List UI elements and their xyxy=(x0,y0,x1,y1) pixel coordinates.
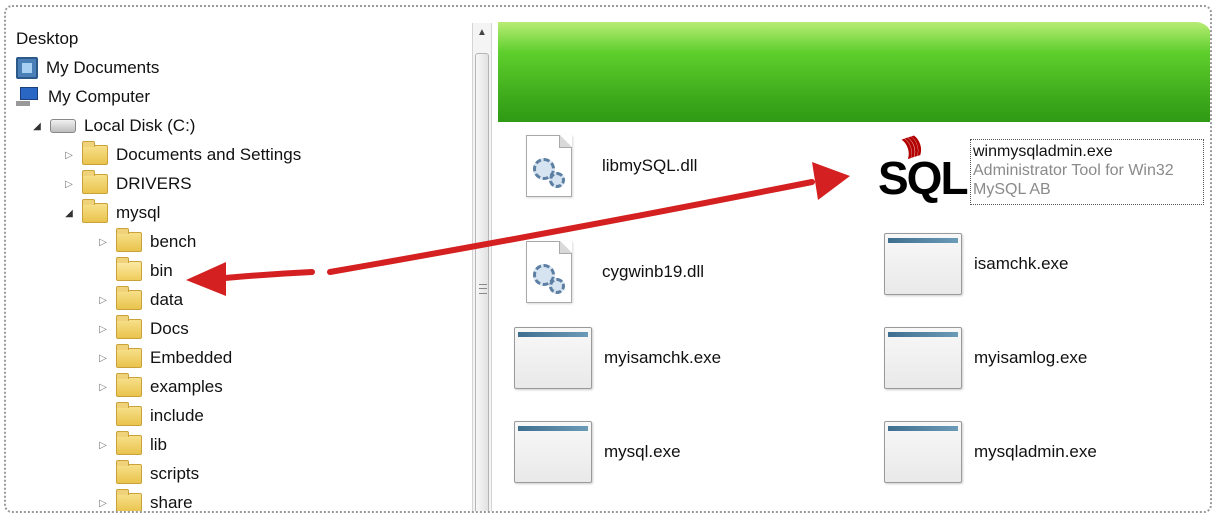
file-myisamchk-exe[interactable]: myisamchk.exe xyxy=(514,327,721,389)
file-name: myisamchk.exe xyxy=(604,348,722,367)
folder-icon xyxy=(82,141,108,165)
dll-file-icon xyxy=(526,241,572,303)
file-description: Administrator Tool for Win32 xyxy=(973,162,1174,179)
tree-item-label: bin xyxy=(150,261,173,280)
tree-item-label: Embedded xyxy=(150,348,233,367)
tree-item-label: data xyxy=(150,290,184,309)
file-name: mysql.exe xyxy=(604,442,681,461)
explorer-frame: Desktop My Documents My Computer ◢ Local… xyxy=(4,5,1212,513)
tree-item-label: DRIVERS xyxy=(116,174,192,193)
tree-item-documents-and-settings[interactable]: ▷ Documents and Settings xyxy=(62,141,301,169)
tree-item-mysql[interactable]: ◢ mysql xyxy=(62,199,160,227)
tree-item-local-disk[interactable]: ◢ Local Disk (C:) xyxy=(30,112,195,140)
tree-item-lib[interactable]: ▷ lib xyxy=(96,431,167,459)
folder-icon xyxy=(116,460,142,484)
tree-item-label: share xyxy=(150,493,193,512)
tree-item-scripts[interactable]: scripts xyxy=(96,460,199,488)
folder-icon xyxy=(116,315,142,339)
tree-item-label: mysql xyxy=(116,203,161,222)
mysql-logo-icon: )))) SQL xyxy=(878,131,969,204)
file-name: mysqladmin.exe xyxy=(974,442,1097,461)
collapsed-arrow-icon[interactable]: ▷ xyxy=(96,438,110,452)
collapsed-arrow-icon[interactable]: ▷ xyxy=(62,177,76,191)
expanded-arrow-icon[interactable]: ◢ xyxy=(30,119,44,133)
tree-item-drivers[interactable]: ▷ DRIVERS xyxy=(62,170,192,198)
expanded-arrow-icon[interactable]: ◢ xyxy=(62,206,76,220)
tree-item-label: My Documents xyxy=(46,58,160,77)
tree-item-label: Local Disk (C:) xyxy=(84,116,196,135)
collapsed-arrow-icon[interactable]: ▷ xyxy=(96,293,110,307)
file-mysqladmin-exe[interactable]: mysqladmin.exe xyxy=(884,421,1097,483)
tree-item-my-documents[interactable]: My Documents xyxy=(16,54,159,82)
collapsed-arrow-icon[interactable]: ▷ xyxy=(96,496,110,510)
tree-item-label: Docs xyxy=(150,319,189,338)
file-name: cygwinb19.dll xyxy=(602,262,705,281)
tree-item-docs[interactable]: ▷ Docs xyxy=(96,315,189,343)
my-documents-icon xyxy=(16,57,38,79)
tree-item-bin[interactable]: bin xyxy=(96,257,173,285)
folder-icon xyxy=(116,344,142,368)
tree-item-label: scripts xyxy=(150,464,200,483)
scrollbar-thumb[interactable] xyxy=(475,53,489,511)
exe-file-icon xyxy=(514,421,592,483)
grip-icon xyxy=(479,284,487,294)
file-name: libmySQL.dll xyxy=(602,156,698,175)
file-name: isamchk.exe xyxy=(974,254,1069,273)
tree-item-label: Desktop xyxy=(16,29,79,48)
exe-file-icon xyxy=(514,327,592,389)
file-name: winmysqladmin.exe xyxy=(973,143,1113,160)
tree-item-label: My Computer xyxy=(48,87,151,106)
tree-item-bench[interactable]: ▷ bench xyxy=(96,228,196,256)
collapsed-arrow-icon[interactable]: ▷ xyxy=(96,322,110,336)
tree-item-desktop[interactable]: Desktop xyxy=(16,25,78,53)
tree-item-include[interactable]: include xyxy=(96,402,204,430)
selected-file-label[interactable]: winmysqladmin.exe Administrator Tool for… xyxy=(970,139,1204,205)
folder-icon xyxy=(116,228,142,252)
file-libmysql-dll[interactable]: libmySQL.dll xyxy=(526,135,697,197)
dll-file-icon xyxy=(526,135,572,197)
folder-icon xyxy=(82,170,108,194)
folder-icon xyxy=(116,373,142,397)
scroll-up-icon[interactable]: ▲ xyxy=(473,27,491,38)
file-winmysqladmin-exe[interactable]: )))) SQL xyxy=(876,129,972,209)
no-expander xyxy=(96,409,110,423)
exe-file-icon xyxy=(884,421,962,483)
tree-item-label: include xyxy=(150,406,204,425)
tree-item-label: bench xyxy=(150,232,197,251)
file-myisamlog-exe[interactable]: myisamlog.exe xyxy=(884,327,1087,389)
file-cygwinb19-dll[interactable]: cygwinb19.dll xyxy=(526,241,704,303)
collapsed-arrow-icon[interactable]: ▷ xyxy=(62,148,76,162)
open-folder-icon xyxy=(116,257,142,281)
no-expander xyxy=(96,467,110,481)
collapsed-arrow-icon[interactable]: ▷ xyxy=(96,235,110,249)
header-banner xyxy=(498,22,1210,122)
tree-item-data[interactable]: ▷ data xyxy=(96,286,183,314)
file-name: myisamlog.exe xyxy=(974,348,1088,367)
tree-item-label: Documents and Settings xyxy=(116,145,302,164)
drive-icon xyxy=(50,119,76,133)
no-expander xyxy=(96,264,110,278)
file-company: MySQL AB xyxy=(973,181,1051,198)
folder-icon xyxy=(116,402,142,426)
exe-file-icon xyxy=(884,327,962,389)
collapsed-arrow-icon[interactable]: ▷ xyxy=(96,351,110,365)
folder-icon xyxy=(82,199,108,223)
tree-item-label: examples xyxy=(150,377,223,396)
tree-item-share[interactable]: ▷ share xyxy=(96,489,193,512)
computer-icon xyxy=(16,87,40,107)
folder-icon xyxy=(116,286,142,310)
file-mysql-exe[interactable]: mysql.exe xyxy=(514,421,681,483)
folder-icon xyxy=(116,489,142,511)
folder-tree: Desktop My Documents My Computer ◢ Local… xyxy=(16,25,466,512)
collapsed-arrow-icon[interactable]: ▷ xyxy=(96,380,110,394)
file-isamchk-exe[interactable]: isamchk.exe xyxy=(884,233,1068,295)
exe-file-icon xyxy=(884,233,962,295)
tree-item-embedded[interactable]: ▷ Embedded xyxy=(96,344,232,372)
tree-item-my-computer[interactable]: My Computer xyxy=(16,83,150,111)
tree-scrollbar[interactable]: ▲ xyxy=(472,23,492,511)
tree-item-label: lib xyxy=(150,435,168,454)
tree-item-examples[interactable]: ▷ examples xyxy=(96,373,223,401)
folder-icon xyxy=(116,431,142,455)
